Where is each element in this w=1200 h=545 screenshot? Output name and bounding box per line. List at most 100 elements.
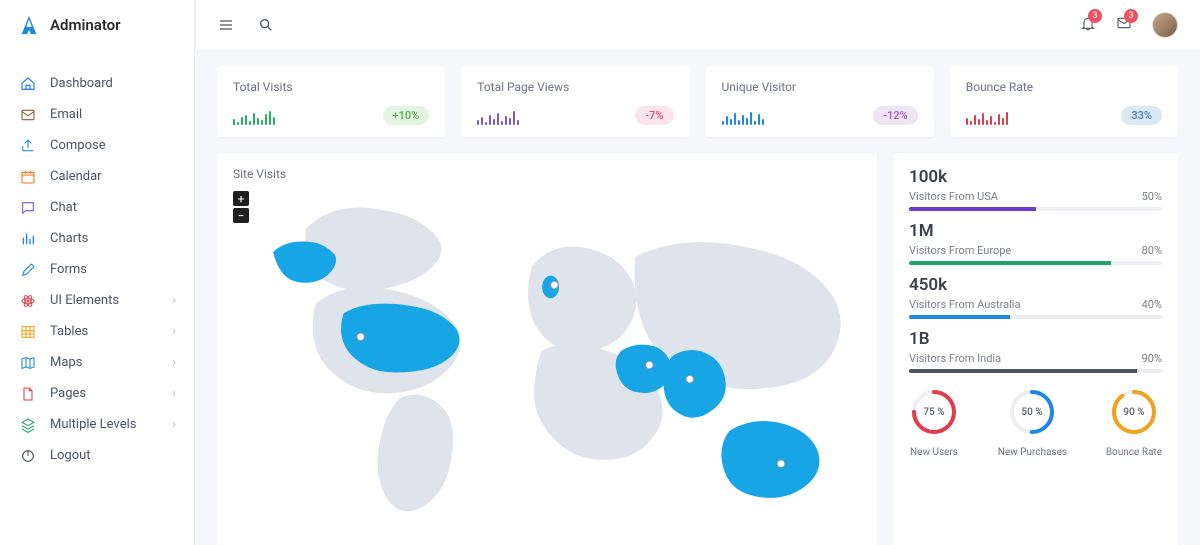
content: Total Visits+10% Total Page Views -7% Uniqu…	[195, 50, 1200, 545]
stat-title: Unique Visitor	[722, 80, 918, 94]
region-label: Visitors From USA	[909, 190, 998, 203]
gauges-row: 75 %New Users 50 %New Purchases 90 % Bounce…	[909, 387, 1162, 458]
messages-badge: 3	[1124, 9, 1138, 23]
sidebar-item-tables[interactable]: Tables ›	[0, 316, 194, 347]
sidebar-item-label: Charts	[50, 231, 88, 246]
zoom-out-button[interactable]: −	[233, 208, 249, 223]
file-icon	[20, 386, 36, 402]
sidebar-item-forms[interactable]: Forms	[0, 254, 194, 285]
brand[interactable]: Adminator	[0, 0, 194, 50]
stat-card-1: Total Page Views -7%	[461, 66, 689, 137]
sidebar-item-label: Chat	[50, 200, 77, 215]
region-label: Visitors From Australia	[909, 298, 1020, 311]
sidebar-item-calendar[interactable]: Calendar	[0, 161, 194, 192]
region-pct: 80%	[1142, 244, 1162, 257]
messages-button[interactable]: 3	[1116, 15, 1132, 35]
svg-text:50 %: 50 %	[1022, 407, 1043, 418]
sidebar-item-pages[interactable]: Pages›	[0, 378, 194, 409]
sidebar-item-label: Tables	[50, 324, 88, 339]
region-2: 450kVisitors From Australia40%	[909, 275, 1162, 319]
pencil-icon	[20, 262, 36, 278]
layers-icon	[20, 417, 36, 433]
svg-text:90 %: 90 %	[1123, 407, 1144, 418]
stat-title: Total Page Views	[477, 80, 673, 94]
region-0: 100kVisitors From USA50%	[909, 167, 1162, 211]
sparkline	[233, 107, 275, 125]
gauge-label: Bounce Rate	[1106, 447, 1162, 458]
sidebar-item-label: UI Elements	[50, 293, 119, 308]
menu-toggle-icon[interactable]	[218, 17, 234, 33]
stat-card-0: Total Visits+10%	[217, 66, 445, 137]
stat-card-3: Bounce Rate33%	[950, 66, 1178, 137]
map-icon	[20, 355, 36, 371]
chevron-right-icon: ›	[172, 293, 176, 308]
gauge-chart: 90 %	[1109, 387, 1159, 437]
stat-delta-badge: +10%	[383, 106, 430, 125]
region-3: 1B Visitors From India 90%	[909, 329, 1162, 373]
region-value: 1B	[909, 329, 1162, 349]
topbar: 3 3	[195, 0, 1200, 50]
stat-card-2: Unique Visitor -12%	[706, 66, 934, 137]
stat-delta-badge: 33%	[1121, 106, 1162, 125]
sidebar-item-maps[interactable]: Maps ›	[0, 347, 194, 378]
notifications-button[interactable]: 3	[1080, 15, 1096, 35]
sidebar-item-label: Forms	[50, 262, 87, 277]
region-value: 450k	[909, 275, 1162, 295]
stat-delta-badge: -12%	[873, 106, 917, 125]
avatar[interactable]	[1152, 12, 1178, 38]
chat-icon	[20, 200, 36, 216]
gauge-1: 50 %New Purchases	[998, 387, 1067, 458]
chevron-right-icon: ›	[172, 324, 176, 339]
zoom-in-button[interactable]: +	[233, 191, 249, 206]
region-pct: 90%	[1142, 352, 1162, 365]
sidebar-item-label: Logout	[50, 448, 91, 463]
progress-bar	[909, 369, 1162, 373]
share-icon	[20, 138, 36, 154]
atom-icon	[20, 293, 36, 309]
sidebar-item-charts[interactable]: Charts	[0, 223, 194, 254]
region-1: 1MVisitors From Europe80%	[909, 221, 1162, 265]
sidebar-item-chat[interactable]: Chat	[0, 192, 194, 223]
map-area[interactable]: + −	[233, 191, 861, 534]
brand-logo-icon	[18, 14, 40, 36]
sparkline	[722, 107, 764, 125]
power-icon	[20, 448, 36, 464]
sidebar-item-label: Email	[50, 107, 82, 122]
regions-panel: 100kVisitors From USA50%1MVisitors From …	[893, 153, 1178, 545]
sparkline	[477, 107, 519, 125]
chevron-right-icon: ›	[172, 386, 176, 401]
sidebar-nav: Dashboard Email ComposeCalendar Chat Charts F…	[0, 50, 194, 545]
stat-delta-badge: -7%	[635, 106, 673, 125]
progress-bar	[909, 315, 1162, 319]
calendar-icon	[20, 169, 36, 185]
search-icon[interactable]	[258, 17, 274, 33]
gauge-chart: 50 %	[1007, 387, 1057, 437]
regions-list: 100kVisitors From USA50%1MVisitors From …	[909, 167, 1162, 373]
progress-bar	[909, 207, 1162, 211]
topbar-right: 3 3	[1080, 12, 1178, 38]
notifications-badge: 3	[1088, 9, 1102, 23]
sidebar-item-multiple-levels[interactable]: Multiple Levels›	[0, 409, 194, 440]
sidebar: Adminator Dashboard Email ComposeCalendar C…	[0, 0, 195, 545]
sidebar-item-dashboard[interactable]: Dashboard	[0, 68, 194, 99]
sidebar-item-logout[interactable]: Logout	[0, 440, 194, 471]
sidebar-item-label: Multiple Levels	[50, 417, 136, 432]
region-value: 100k	[909, 167, 1162, 187]
stats-row: Total Visits+10% Total Page Views -7% Uniqu…	[217, 66, 1178, 137]
sparkline	[966, 107, 1008, 125]
sidebar-item-ui-elements[interactable]: UI Elements ›	[0, 285, 194, 316]
gauge-0: 75 %New Users	[909, 387, 959, 458]
sidebar-item-compose[interactable]: Compose	[0, 130, 194, 161]
map-zoom-controls: + −	[233, 191, 249, 223]
sidebar-item-label: Dashboard	[50, 76, 113, 91]
site-visits-title: Site Visits	[233, 167, 861, 181]
world-map[interactable]	[259, 191, 861, 511]
bars-icon	[20, 231, 36, 247]
brand-name: Adminator	[50, 16, 121, 34]
region-label: Visitors From India	[909, 352, 1001, 365]
lower-row: Site Visits + −	[217, 153, 1178, 545]
chevron-right-icon: ›	[172, 355, 176, 370]
right-column: 100kVisitors From USA50%1MVisitors From …	[893, 153, 1178, 545]
sidebar-item-email[interactable]: Email	[0, 99, 194, 130]
sidebar-item-label: Maps	[50, 355, 82, 370]
